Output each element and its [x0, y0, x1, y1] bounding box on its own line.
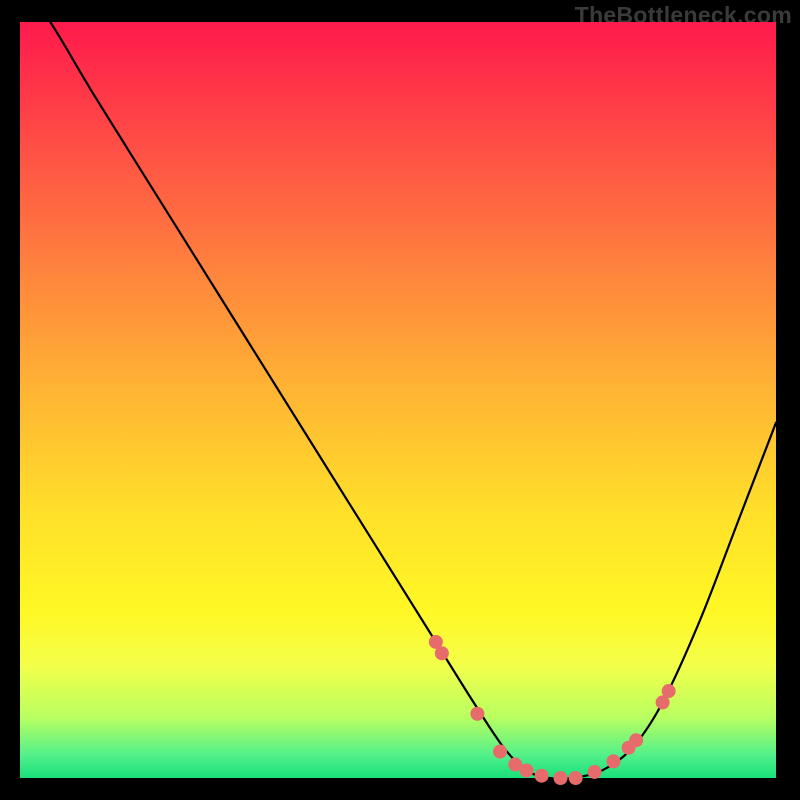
highlight-point	[662, 684, 676, 698]
highlight-point	[520, 763, 534, 777]
highlight-point	[629, 733, 643, 747]
highlight-point	[606, 754, 620, 768]
highlight-point	[535, 769, 549, 783]
highlight-point	[554, 771, 568, 785]
chart-frame	[20, 22, 776, 778]
highlight-point	[569, 771, 583, 785]
chart-svg	[20, 22, 776, 778]
highlighted-points	[429, 635, 676, 785]
highlight-point	[435, 646, 449, 660]
bottleneck-curve	[20, 0, 776, 779]
highlight-point	[588, 765, 602, 779]
highlight-point	[470, 707, 484, 721]
highlight-point	[493, 745, 507, 759]
